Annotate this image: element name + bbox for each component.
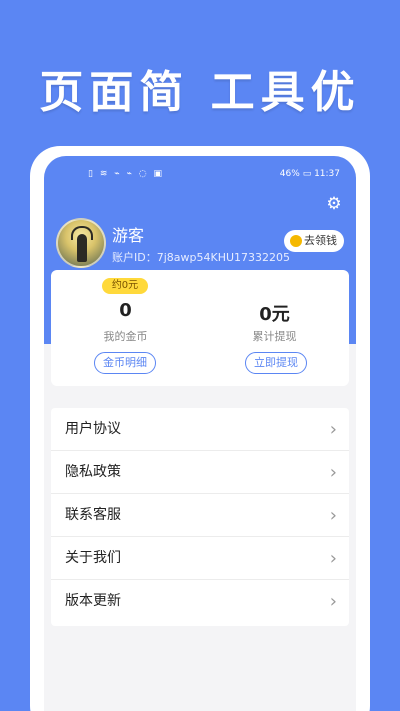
status-bar: ▯ ≋ ⌁ ⌁ ◌ ▣ 46% ▭ 11:37 [44,166,356,182]
coin-count: 0 [119,300,132,321]
chevron-right-icon: › [329,419,337,440]
status-right: 46% ▭ 11:37 [280,166,340,182]
menu-item-label: 版本更新 [65,593,121,609]
menu-item-label: 用户协议 [65,421,121,437]
menu-item-label: 隐私政策 [65,464,121,480]
status-icons: ▯ ≋ ⌁ ⌁ ◌ ▣ [88,169,164,179]
claim-money-button[interactable]: 去领钱 [284,230,344,252]
avatar-figure [77,234,87,262]
settings-menu: 用户协议 › 隐私政策 › 联系客服 › 关于我们 › 版本更新 › [51,408,349,626]
coin-details-button[interactable]: 金币明细 [94,352,156,374]
menu-item-contact-support[interactable]: 联系客服 › [51,494,349,537]
chevron-right-icon: › [329,591,337,612]
battery-icon: ▭ [302,169,315,179]
menu-item-label: 关于我们 [65,550,121,566]
claim-money-label: 去领钱 [304,234,337,247]
clock: 11:37 [314,169,340,179]
menu-item-privacy-policy[interactable]: 隐私政策 › [51,451,349,494]
chevron-right-icon: › [329,548,337,569]
withdraw-now-button[interactable]: 立即提现 [245,352,307,374]
withdraw-label: 累计提现 [252,330,297,343]
menu-item-user-agreement[interactable]: 用户协议 › [51,408,349,451]
chevron-right-icon: › [329,505,337,526]
username: 游客 [112,226,145,245]
wallet-card: 约0元 0 我的金币 金币明细 0元 累计提现 立即提现 [51,270,349,386]
menu-item-version-update[interactable]: 版本更新 › [51,580,349,623]
chevron-right-icon: › [329,462,337,483]
promo-headline: 页面简 工具优 [39,67,361,118]
account-id: 账户ID：7j8awp54KHU17332205 [112,251,291,264]
menu-item-about-us[interactable]: 关于我们 › [51,537,349,580]
withdraw-column: 0元 累计提现 立即提现 [200,270,349,386]
battery-level: 46% [279,169,300,179]
menu-item-label: 联系客服 [65,507,121,523]
coins-column: 约0元 0 我的金币 金币明细 [51,270,200,386]
approx-value-badge: 约0元 [102,278,148,294]
avatar[interactable] [56,218,106,268]
withdraw-total: 0元 [259,304,290,325]
coin-label: 我的金币 [103,330,148,343]
coin-icon [290,235,302,247]
app-screen: ▯ ≋ ⌁ ⌁ ◌ ▣ 46% ▭ 11:37 ⚙ 游客 账户ID：7j8awp… [44,156,356,711]
gear-icon[interactable]: ⚙ [324,194,344,214]
